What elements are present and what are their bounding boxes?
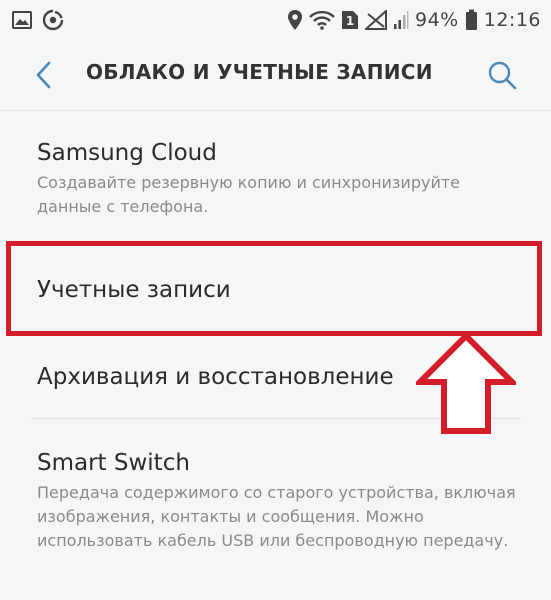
item-title-smart-switch: Smart Switch: [37, 450, 190, 476]
item-title-accounts: Учетные записи: [37, 277, 231, 303]
divider-accounts: [30, 332, 522, 333]
chevron-left-icon: [36, 61, 51, 89]
status-bar: 1 94% 12:16: [0, 0, 551, 40]
menu-item-samsung-cloud[interactable]: Samsung Cloud Создавайте резервную копию…: [0, 138, 551, 219]
search-icon: [488, 61, 517, 90]
wifi-icon: [309, 10, 335, 30]
gallery-icon: [12, 10, 32, 30]
item-subtitle-smart-switch: Передача содержимого со старого устройст…: [37, 483, 516, 550]
menu-item-backup-restore[interactable]: Архивация и восстановление: [0, 362, 551, 392]
clock: 12:16: [483, 9, 541, 31]
menu-item-accounts[interactable]: Учетные записи: [0, 275, 551, 305]
menu-item-smart-switch[interactable]: Smart Switch Передача содержимого со ста…: [0, 448, 551, 553]
no-signal-icon: [365, 10, 387, 30]
status-right-group: 1 94% 12:16: [287, 9, 541, 31]
status-left-group: [12, 9, 64, 31]
battery-level: 94%: [415, 9, 459, 31]
divider-backup-restore: [30, 418, 522, 419]
signal-icon: [393, 10, 409, 30]
item-subtitle-samsung-cloud: Создавайте резервную копию и синхронизир…: [37, 173, 461, 216]
item-title-samsung-cloud: Samsung Cloud: [37, 140, 217, 166]
data-saver-icon: [42, 9, 64, 31]
page-title: ОБЛАКО И УЧЕТНЫЕ ЗАПИСИ: [86, 60, 433, 84]
header-divider: [0, 110, 551, 111]
app-header: ОБЛАКО И УЧЕТНЫЕ ЗАПИСИ: [0, 40, 551, 110]
item-title-backup-restore: Архивация и восстановление: [37, 364, 394, 390]
sim1-label: 1: [346, 14, 354, 28]
back-button[interactable]: [30, 61, 56, 89]
location-icon: [287, 9, 303, 31]
sim1-icon: 1: [341, 10, 359, 30]
search-button[interactable]: [484, 57, 520, 93]
settings-screen: 1 94% 12:16 ОБЛАКО И УЧЕТНЫЕ ЗАПИСИ Sams…: [0, 0, 551, 600]
battery-icon: [465, 9, 478, 31]
